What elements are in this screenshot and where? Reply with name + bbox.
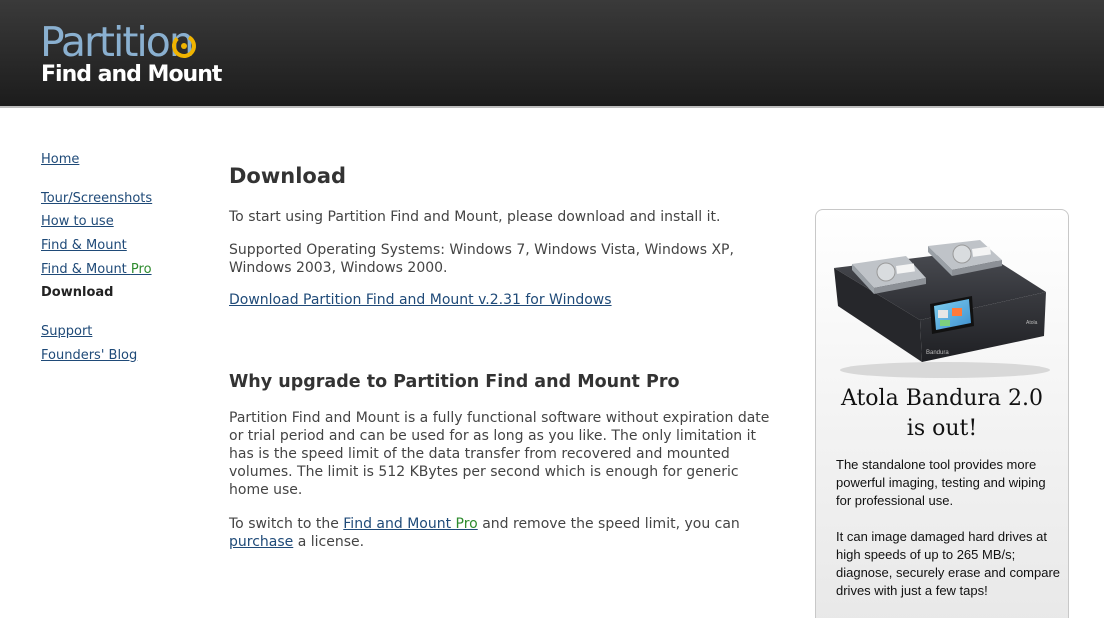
sidebar-item-founders-blog[interactable]: Founders' Blog (41, 348, 137, 363)
page-title: Download (229, 164, 347, 188)
sidebar-item-find-mount-pro[interactable]: Find & Mount Pro (41, 262, 152, 277)
ad-title: Atola Bandura 2.0 is out! (816, 384, 1068, 444)
logo-word-find-and-mount: Find and Mount (41, 62, 222, 87)
sidebar-item-find-mount[interactable]: Find & Mount (41, 238, 127, 253)
intro-text: To start using Partition Find and Mount,… (229, 209, 721, 225)
ad-description: The standalone tool provides more powerf… (836, 457, 1046, 508)
supported-os-text: Supported Operating Systems: Windows 7, … (229, 242, 734, 276)
sidebar-item-support[interactable]: Support (41, 324, 92, 339)
device-model-label: Bandura (926, 350, 949, 356)
switch-prefix: To switch to the (229, 516, 344, 532)
ad-title-line-2: is out! (906, 416, 978, 441)
upgrade-text: Partition Find and Mount is a fully func… (229, 410, 770, 498)
sidebar-item-home[interactable]: Home (41, 152, 79, 167)
switch-suffix: a license. (293, 534, 365, 550)
switch-text: To switch to the Find and Mount Pro and … (229, 515, 777, 551)
find-and-mount-link-label: Find and Mount (343, 516, 456, 532)
find-and-mount-pro-link[interactable]: Find and Mount Pro (343, 516, 477, 532)
upgrade-heading: Why upgrade to Partition Find and Mount … (229, 372, 680, 392)
sidebar-item-how-to-use[interactable]: How to use (41, 214, 114, 229)
sidebar-item-tour-screenshots[interactable]: Tour/Screenshots (41, 191, 152, 206)
site-logo[interactable]: Partition Find and Mount (40, 18, 222, 90)
ad-title-line-1: Atola Bandura 2.0 (840, 386, 1044, 411)
pro-label: Pro (455, 516, 478, 532)
bandura-ad-box[interactable]: Bandura Atola Atola Bandura 2.0 is out! … (815, 209, 1069, 618)
power-ring-icon (172, 34, 196, 58)
sidebar-item-download: Download (41, 285, 114, 300)
site-header: Partition Find and Mount (0, 0, 1104, 108)
sidebar-item-label: Find & Mount (41, 262, 131, 277)
device-brand-label: Atola (1026, 320, 1038, 326)
pro-label: Pro (130, 262, 152, 277)
download-link[interactable]: Download Partition Find and Mount v.2.31… (229, 292, 612, 308)
ad-features: It can image damaged hard drives at high… (836, 529, 1061, 598)
switch-middle: and remove the speed limit, you can (477, 516, 740, 532)
bandura-device-image: Bandura Atola (834, 240, 1050, 378)
purchase-link[interactable]: purchase (229, 534, 293, 550)
